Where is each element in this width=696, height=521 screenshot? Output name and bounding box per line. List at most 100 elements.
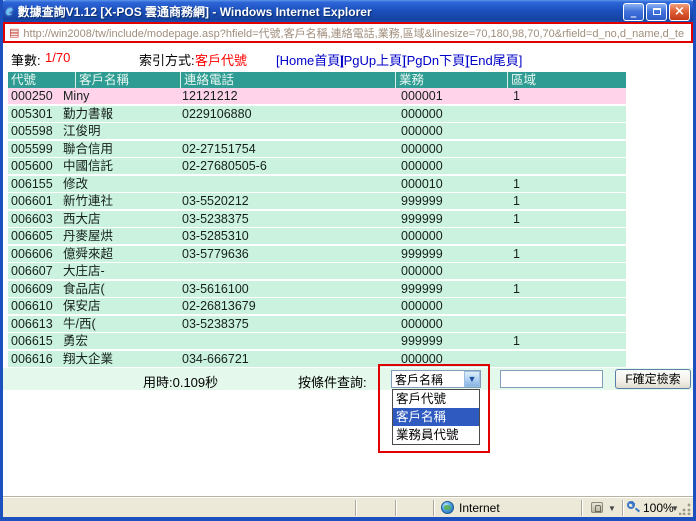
table-row[interactable]: 006610保安店02-26813679000000 (8, 298, 626, 314)
table-cell (179, 263, 398, 279)
close-button[interactable]: × (669, 3, 690, 21)
table-cell: 丹麥屋烘 (60, 228, 179, 244)
table-cell: 03-5779636 (179, 246, 398, 262)
status-bar: Internet ▼ 100% ▼ (3, 497, 693, 517)
table-row[interactable]: 006601新竹連社03-55202129999991 (8, 193, 626, 209)
table-cell: 000000 (398, 141, 510, 157)
table-row[interactable]: 006155修改0000101 (8, 176, 626, 192)
table-row[interactable]: 006615勇宏9999991 (8, 333, 626, 349)
table-header: 代號 客戶名稱 連絡電話 業務 區域 (8, 72, 626, 88)
title-bar: e 數據查詢V1.12 [X-POS 雲通商務網] - Windows Inte… (0, 0, 696, 23)
table-row[interactable]: 006605丹麥屋烘03-5285310000000 (8, 228, 626, 244)
select-option[interactable]: 客戶代號 (393, 390, 479, 408)
table-cell: 999999 (398, 211, 510, 227)
table-cell: 1 (510, 88, 626, 104)
table-cell: 000000 (398, 123, 510, 139)
internet-globe-icon (441, 501, 454, 514)
nav-link-pgdn[interactable]: [PgDn下頁] (403, 50, 469, 69)
table-cell: 999999 (398, 281, 510, 297)
table-cell: 03-5616100 (179, 281, 398, 297)
table-cell (510, 123, 626, 139)
table-cell (179, 123, 398, 139)
table-cell: 006603 (8, 211, 60, 227)
record-count-value: 1/70 (45, 50, 70, 65)
table-cell (510, 106, 626, 122)
table-row[interactable]: 005301勤力書報0229106880000000 (8, 106, 626, 122)
statusbar-divider (581, 500, 582, 516)
query-bar: 用時:0.109秒 按條件查詢: 客戶名稱 ▼ F確定檢索 (3, 368, 696, 390)
table-cell: 006613 (8, 316, 60, 332)
table-row[interactable]: 005599聯合信用02-27151754000000 (8, 141, 626, 157)
table-cell: 03-5285310 (179, 228, 398, 244)
table-cell: 006601 (8, 193, 60, 209)
table-cell (510, 316, 626, 332)
select-option[interactable]: 業務員代號 (393, 426, 479, 444)
table-cell: 000001 (398, 88, 510, 104)
security-zone-label[interactable]: Internet (459, 501, 500, 515)
table-cell: 02-27151754 (179, 141, 398, 157)
table-cell: 大庄店- (60, 263, 179, 279)
chevron-down-icon[interactable]: ▼ (464, 371, 480, 387)
table-row[interactable]: 006606億舜來超03-57796369999991 (8, 246, 626, 262)
address-bar[interactable]: ▤ http://win2008/tw/include/modepage.asp… (3, 22, 693, 43)
table-cell: 000000 (398, 263, 510, 279)
table-cell (510, 228, 626, 244)
table-row[interactable]: 006616翔大企業034-666721000000 (8, 351, 626, 367)
maximize-icon (653, 8, 661, 15)
statusbar-divider (622, 500, 623, 516)
table-cell: 1 (510, 211, 626, 227)
table-row[interactable]: 005600中國信託02-27680505-6000000 (8, 158, 626, 174)
table-cell: 西大店 (60, 211, 179, 227)
window-controls: _ × (623, 3, 690, 21)
nav-link-end[interactable]: [End尾頁] (466, 50, 522, 69)
table-row[interactable]: 005598江俊明000000 (8, 123, 626, 139)
table-cell: 006609 (8, 281, 60, 297)
customer-table-rows: 000250Miny121212120000011 005301勤力書報02291… (8, 88, 626, 367)
table-cell: 005301 (8, 106, 60, 122)
table-cell: 0229106880 (179, 106, 398, 122)
statusbar-divider (395, 500, 396, 516)
select-option[interactable]: 客戶名稱 (393, 408, 479, 426)
table-row[interactable]: 006603西大店03-52383759999991 (8, 211, 626, 227)
index-mode-label: 索引方式: (139, 50, 195, 69)
query-field-selected-value: 客戶名稱 (392, 371, 464, 388)
table-cell: 食品店( (60, 281, 179, 297)
query-field-select[interactable]: 客戶名稱 ▼ (391, 370, 481, 388)
zoom-magnifier-icon[interactable] (627, 501, 635, 509)
resize-grip[interactable] (679, 503, 691, 515)
table-row[interactable]: 006607大庄店- 000000 (8, 263, 626, 279)
table-cell: 999999 (398, 193, 510, 209)
table-row[interactable]: 000250Miny121212120000011 (8, 88, 626, 104)
table-cell: 1 (510, 333, 626, 349)
table-cell: 03-5520212 (179, 193, 398, 209)
table-cell: 005598 (8, 123, 60, 139)
table-row[interactable]: 006613牛/西(03-5238375000000 (8, 316, 626, 332)
table-cell: 000000 (398, 298, 510, 314)
record-count-label: 筆數: (11, 50, 41, 69)
zoom-level[interactable]: 100% (643, 501, 674, 515)
nav-link-pgup[interactable]: [PgUp上頁] (340, 50, 406, 69)
table-cell: 000000 (398, 158, 510, 174)
info-row: 筆數: 1/70 索引方式: 客戶代號 [Home首頁] [PgUp上頁] [P… (3, 50, 696, 66)
confirm-search-button[interactable]: F確定檢索 (615, 369, 691, 389)
statusbar-divider (355, 500, 356, 516)
header-code: 代號 (8, 72, 76, 88)
table-cell: 1 (510, 246, 626, 262)
table-cell: 006607 (8, 263, 60, 279)
maximize-button[interactable] (646, 3, 667, 21)
table-cell: 006610 (8, 298, 60, 314)
table-row[interactable]: 006609食品店(03-56161009999991 (8, 281, 626, 297)
query-value-input[interactable] (500, 370, 603, 388)
table-cell: 保安店 (60, 298, 179, 314)
nav-link-home[interactable]: [Home首頁] (276, 50, 344, 69)
minimize-button[interactable]: _ (623, 3, 644, 21)
zoom-dropdown-arrow-icon[interactable]: ▼ (671, 504, 679, 513)
table-cell: 牛/西( (60, 316, 179, 332)
index-mode-value: 客戶代號 (195, 50, 247, 69)
zone-dropdown-arrow-icon[interactable]: ▼ (608, 504, 616, 513)
table-cell: 12121212 (179, 88, 398, 104)
protected-mode-icon[interactable] (591, 502, 603, 513)
customer-table: 代號 客戶名稱 連絡電話 業務 區域 000250Miny12121212000… (8, 72, 626, 368)
table-cell: 000000 (398, 351, 510, 367)
table-cell: 999999 (398, 246, 510, 262)
